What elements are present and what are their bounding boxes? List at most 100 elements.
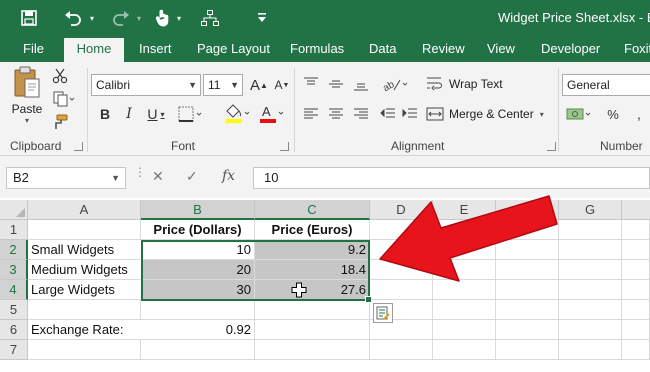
cell-g6[interactable] bbox=[559, 320, 622, 340]
cell-h7[interactable] bbox=[622, 340, 650, 360]
cell-g4[interactable] bbox=[559, 280, 622, 300]
wrap-text-button[interactable]: Wrap Text bbox=[426, 74, 526, 94]
orientation-icon[interactable]: ab bbox=[378, 74, 412, 94]
cell-f5[interactable] bbox=[496, 300, 559, 320]
cell-e4[interactable] bbox=[433, 280, 496, 300]
comma-style-icon[interactable]: , bbox=[628, 104, 650, 124]
decrease-font-icon[interactable]: A ▼ bbox=[272, 74, 292, 96]
cell-c1[interactable]: Price (Euros) bbox=[255, 220, 370, 240]
align-right-icon[interactable] bbox=[350, 104, 372, 124]
tab-data[interactable]: Data bbox=[369, 36, 396, 62]
cell-g2[interactable] bbox=[559, 240, 622, 260]
touch-mode-icon[interactable] bbox=[152, 6, 174, 30]
column-header-e[interactable]: E bbox=[433, 200, 496, 220]
cell-d1[interactable] bbox=[370, 220, 433, 240]
cell-c5[interactable] bbox=[255, 300, 370, 320]
cell-h5[interactable] bbox=[622, 300, 650, 320]
cell-c7[interactable] bbox=[255, 340, 370, 360]
confirm-entry-icon[interactable]: ✓ bbox=[186, 168, 198, 188]
cell-d3[interactable] bbox=[370, 260, 433, 280]
redo-icon[interactable] bbox=[108, 6, 134, 30]
increase-indent-icon[interactable] bbox=[400, 104, 420, 124]
select-all-button[interactable] bbox=[0, 200, 28, 220]
cell-b6[interactable]: 0.92 bbox=[141, 320, 255, 340]
cancel-entry-icon[interactable]: ✕ bbox=[152, 168, 164, 188]
cell-a5[interactable] bbox=[28, 300, 141, 320]
font-launcher-icon[interactable] bbox=[280, 142, 289, 151]
cell-g7[interactable] bbox=[559, 340, 622, 360]
cell-f6[interactable] bbox=[496, 320, 559, 340]
cell-b1[interactable]: Price (Dollars) bbox=[141, 220, 255, 240]
column-header-f[interactable]: F bbox=[496, 200, 559, 220]
cut-icon[interactable] bbox=[50, 66, 70, 86]
undo-icon[interactable] bbox=[60, 6, 86, 30]
cell-e6[interactable] bbox=[433, 320, 496, 340]
cell-a2[interactable]: Small Widgets bbox=[28, 240, 141, 260]
align-bottom-icon[interactable] bbox=[350, 74, 372, 94]
column-header-h[interactable] bbox=[622, 200, 650, 220]
redo-dropdown-icon[interactable]: ▾ bbox=[134, 6, 144, 30]
cell-a1[interactable] bbox=[28, 220, 141, 240]
row-header-6[interactable]: 6 bbox=[0, 320, 28, 340]
align-center-icon[interactable] bbox=[325, 104, 347, 124]
align-top-icon[interactable] bbox=[300, 74, 322, 94]
tab-view[interactable]: View bbox=[487, 36, 515, 62]
cell-b5[interactable] bbox=[141, 300, 255, 320]
customize-chevron-icon[interactable] bbox=[254, 6, 270, 30]
cell-c6[interactable] bbox=[255, 320, 370, 340]
row-header-7[interactable]: 7 bbox=[0, 340, 28, 360]
name-box[interactable]: B2 ▼ bbox=[6, 167, 126, 189]
column-header-g[interactable]: G bbox=[559, 200, 622, 220]
align-middle-icon[interactable] bbox=[325, 74, 347, 94]
tab-home[interactable]: Home bbox=[64, 38, 124, 62]
cell-d2[interactable] bbox=[370, 240, 433, 260]
tab-insert[interactable]: Insert bbox=[139, 36, 172, 62]
cell-h2[interactable] bbox=[622, 240, 650, 260]
underline-icon[interactable]: U ▾ bbox=[142, 104, 170, 124]
format-painter-icon[interactable] bbox=[50, 112, 70, 132]
cell-f7[interactable] bbox=[496, 340, 559, 360]
borders-icon[interactable] bbox=[176, 104, 206, 124]
cell-d6[interactable] bbox=[370, 320, 433, 340]
cell-e3[interactable] bbox=[433, 260, 496, 280]
increase-font-icon[interactable]: A ▲ bbox=[249, 74, 269, 96]
tab-foxit[interactable]: Foxit bbox=[624, 36, 650, 62]
column-header-a[interactable]: A bbox=[28, 200, 141, 220]
bold-icon[interactable]: B bbox=[96, 104, 114, 124]
cell-d4[interactable] bbox=[370, 280, 433, 300]
cell-g3[interactable] bbox=[559, 260, 622, 280]
cell-e7[interactable] bbox=[433, 340, 496, 360]
merge-center-button[interactable]: Merge & Center ▾ bbox=[426, 104, 556, 124]
cell-a4[interactable]: Large Widgets bbox=[28, 280, 141, 300]
clipboard-launcher-icon[interactable] bbox=[74, 142, 83, 151]
org-chart-icon[interactable] bbox=[198, 6, 222, 30]
cell-g5[interactable] bbox=[559, 300, 622, 320]
row-header-2[interactable]: 2 bbox=[0, 240, 28, 260]
percent-style-icon[interactable]: % bbox=[602, 104, 624, 124]
cell-b7[interactable] bbox=[141, 340, 255, 360]
cell-h6[interactable] bbox=[622, 320, 650, 340]
tab-file[interactable]: File bbox=[23, 36, 44, 62]
decrease-indent-icon[interactable] bbox=[378, 104, 398, 124]
paste-button[interactable]: Paste ▾ bbox=[10, 66, 44, 130]
align-left-icon[interactable] bbox=[300, 104, 322, 124]
cell-a3[interactable]: Medium Widgets bbox=[28, 260, 141, 280]
column-header-d[interactable]: D bbox=[370, 200, 433, 220]
row-header-3[interactable]: 3 bbox=[0, 260, 28, 280]
touch-mode-dropdown-icon[interactable]: ▾ bbox=[174, 6, 184, 30]
cell-h1[interactable] bbox=[622, 220, 650, 240]
cell-g1[interactable] bbox=[559, 220, 622, 240]
cell-e5[interactable] bbox=[433, 300, 496, 320]
column-header-b[interactable]: B bbox=[141, 200, 255, 220]
cell-f1[interactable] bbox=[496, 220, 559, 240]
column-header-c[interactable]: C bbox=[255, 200, 370, 220]
tab-formulas[interactable]: Formulas bbox=[290, 36, 344, 62]
tab-page-layout[interactable]: Page Layout bbox=[197, 36, 270, 62]
cell-f4[interactable] bbox=[496, 280, 559, 300]
tab-review[interactable]: Review bbox=[422, 36, 465, 62]
cell-f3[interactable] bbox=[496, 260, 559, 280]
accounting-format-icon[interactable] bbox=[564, 104, 594, 124]
save-icon[interactable] bbox=[16, 6, 42, 30]
row-header-4[interactable]: 4 bbox=[0, 280, 28, 300]
undo-dropdown-icon[interactable]: ▾ bbox=[86, 6, 98, 30]
